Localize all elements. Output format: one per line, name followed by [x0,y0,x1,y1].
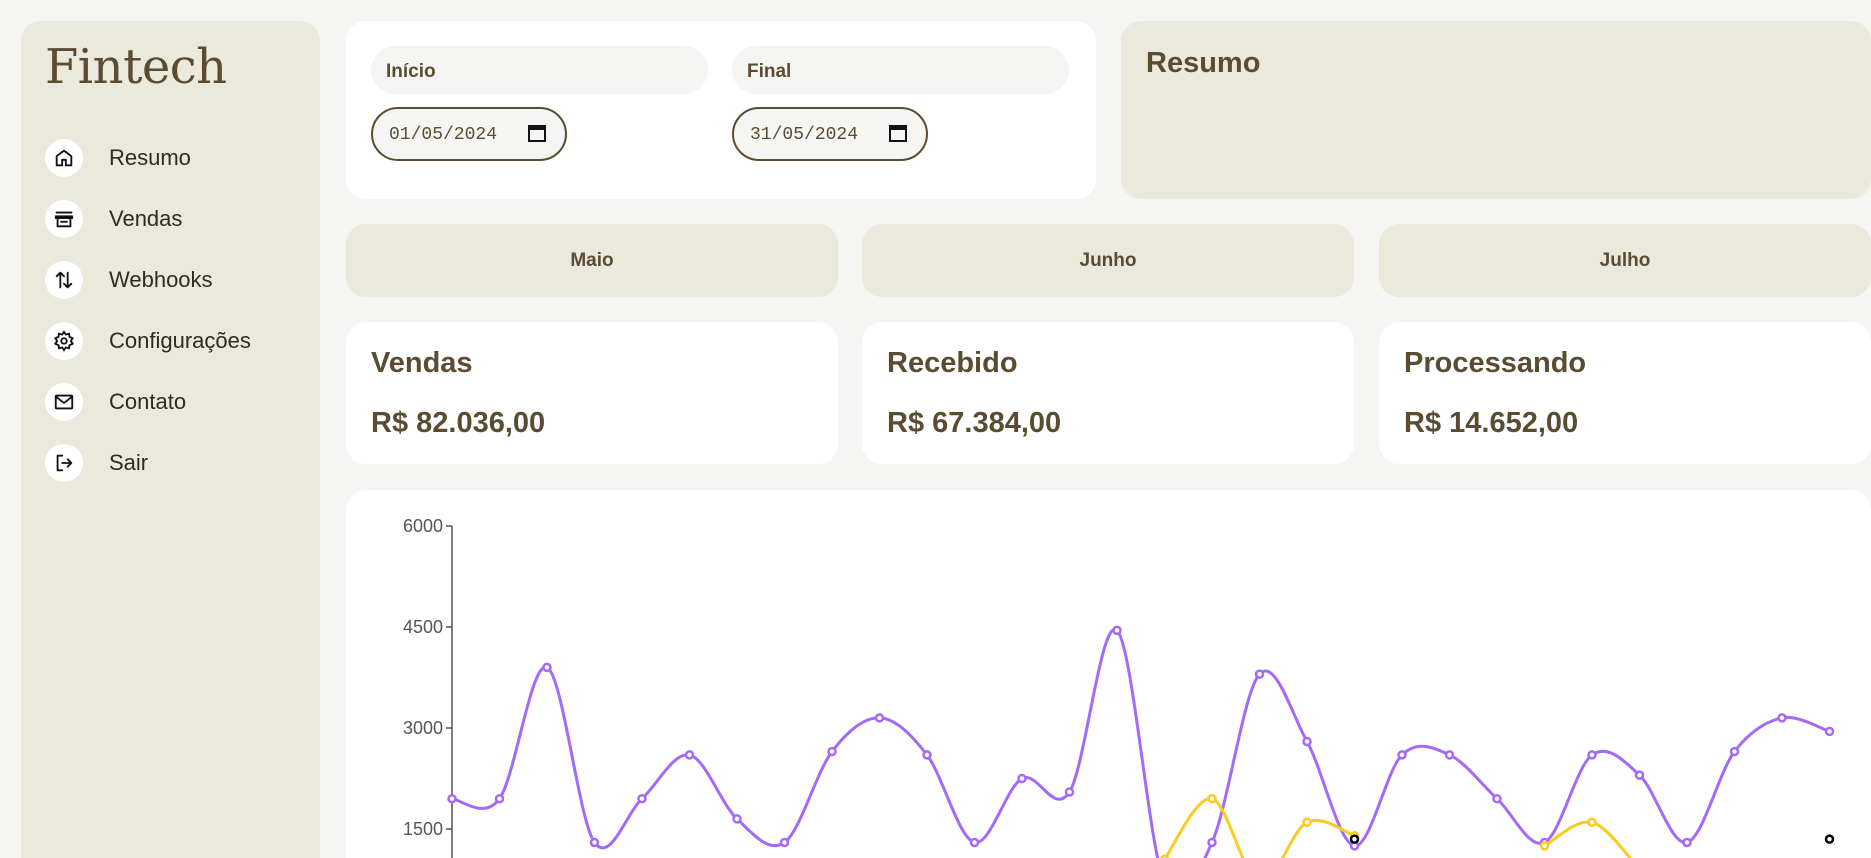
sidebar: Fintech Resumo Vendas Webhooks Configura… [21,21,320,858]
data-point[interactable] [1207,837,1217,848]
sales-chart-card: 6000 4500 3000 1500 [346,490,1871,858]
arrows-updown-icon [45,260,83,299]
calendar-icon[interactable] [888,123,908,143]
sidebar-nav: Resumo Vendas Webhooks Configurações Con… [45,127,251,493]
data-point[interactable] [1254,669,1265,679]
y-tick-label: 1500 [403,819,443,839]
y-tick-label: 4500 [403,617,443,637]
end-date-input[interactable]: 31/05/2024 [732,107,928,161]
sidebar-item-sair[interactable]: Sair [45,432,251,493]
sidebar-item-label: Resumo [109,144,191,170]
store-icon [45,199,83,238]
data-point[interactable] [589,837,600,848]
data-point[interactable] [1539,841,1550,851]
stat-title: Processando [1404,347,1587,379]
data-point[interactable] [1397,750,1407,760]
sidebar-item-contato[interactable]: Contato [45,371,251,432]
month-button-maio[interactable]: Maio [346,224,838,297]
data-point[interactable] [1824,834,1835,844]
data-point[interactable] [732,814,742,824]
data-point[interactable] [1207,793,1217,804]
sidebar-item-label: Contato [109,388,187,414]
data-point[interactable] [447,793,457,804]
logout-icon [45,443,83,482]
start-date-input[interactable]: 01/05/2024 [371,107,567,161]
end-date-label: Final [732,46,1069,94]
month-button-julho[interactable]: Julho [1379,224,1871,297]
sidebar-item-webhooks[interactable]: Webhooks [45,249,251,310]
start-date-value: 01/05/2024 [389,125,498,145]
sidebar-item-label: Sair [109,449,149,475]
data-point[interactable] [1064,787,1075,797]
logo: Fintech [45,39,227,95]
page-title: Resumo [1146,47,1261,79]
stat-card-processando: Processando R$ 14.652,00 [1379,322,1871,464]
start-date-label: Início [371,46,708,94]
series-line [451,627,1830,858]
sidebar-item-label: Configurações [109,327,251,353]
data-point[interactable] [1587,750,1597,760]
series-line [1163,797,1356,858]
data-point[interactable] [779,837,790,848]
data-point[interactable] [922,750,932,760]
data-point[interactable] [1824,726,1835,737]
stat-value: R$ 67.384,00 [887,407,1062,439]
sidebar-item-vendas[interactable]: Vendas [45,188,251,249]
sidebar-item-configuracoes[interactable]: Configurações [45,310,251,371]
data-point[interactable] [494,793,505,804]
data-point[interactable] [827,746,837,757]
data-point[interactable] [1302,736,1312,747]
mail-icon [45,382,83,421]
data-point[interactable] [969,837,980,848]
resumo-card: Resumo [1121,21,1871,199]
stat-title: Recebido [887,347,1018,379]
home-icon [45,138,83,177]
sales-line-chart: 6000 4500 3000 1500 [403,516,1835,858]
data-point[interactable] [1017,773,1027,784]
data-point[interactable] [684,750,695,760]
data-point[interactable] [1349,834,1360,844]
data-point[interactable] [542,662,552,673]
gear-icon [45,321,83,360]
date-filter-card: Início 01/05/2024 Final 31/05/2024 [346,21,1096,199]
stat-value: R$ 82.036,00 [371,407,546,439]
month-button-junho[interactable]: Junho [862,224,1354,297]
stat-value: R$ 14.652,00 [1404,407,1579,439]
stat-title: Vendas [371,347,473,379]
sidebar-item-resumo[interactable]: Resumo [45,127,251,188]
data-point[interactable] [1587,817,1597,828]
stat-card-recebido: Recebido R$ 67.384,00 [862,322,1354,464]
data-point[interactable] [1682,837,1692,848]
stat-card-vendas: Vendas R$ 82.036,00 [346,322,838,464]
y-tick-label: 6000 [403,516,443,536]
data-point[interactable] [1777,713,1787,723]
sidebar-item-label: Webhooks [109,266,213,292]
data-point[interactable] [874,713,885,723]
end-date-value: 31/05/2024 [750,125,859,145]
data-point[interactable] [1729,746,1740,757]
data-point[interactable] [1112,625,1122,636]
series-line [1543,820,1632,858]
data-point[interactable] [1634,770,1645,780]
data-point[interactable] [1302,817,1312,828]
data-point[interactable] [1492,793,1502,804]
calendar-icon[interactable] [527,123,547,143]
data-point[interactable] [1444,750,1455,760]
y-tick-label: 3000 [403,718,443,738]
sidebar-item-label: Vendas [109,205,183,231]
data-point[interactable] [637,793,647,804]
